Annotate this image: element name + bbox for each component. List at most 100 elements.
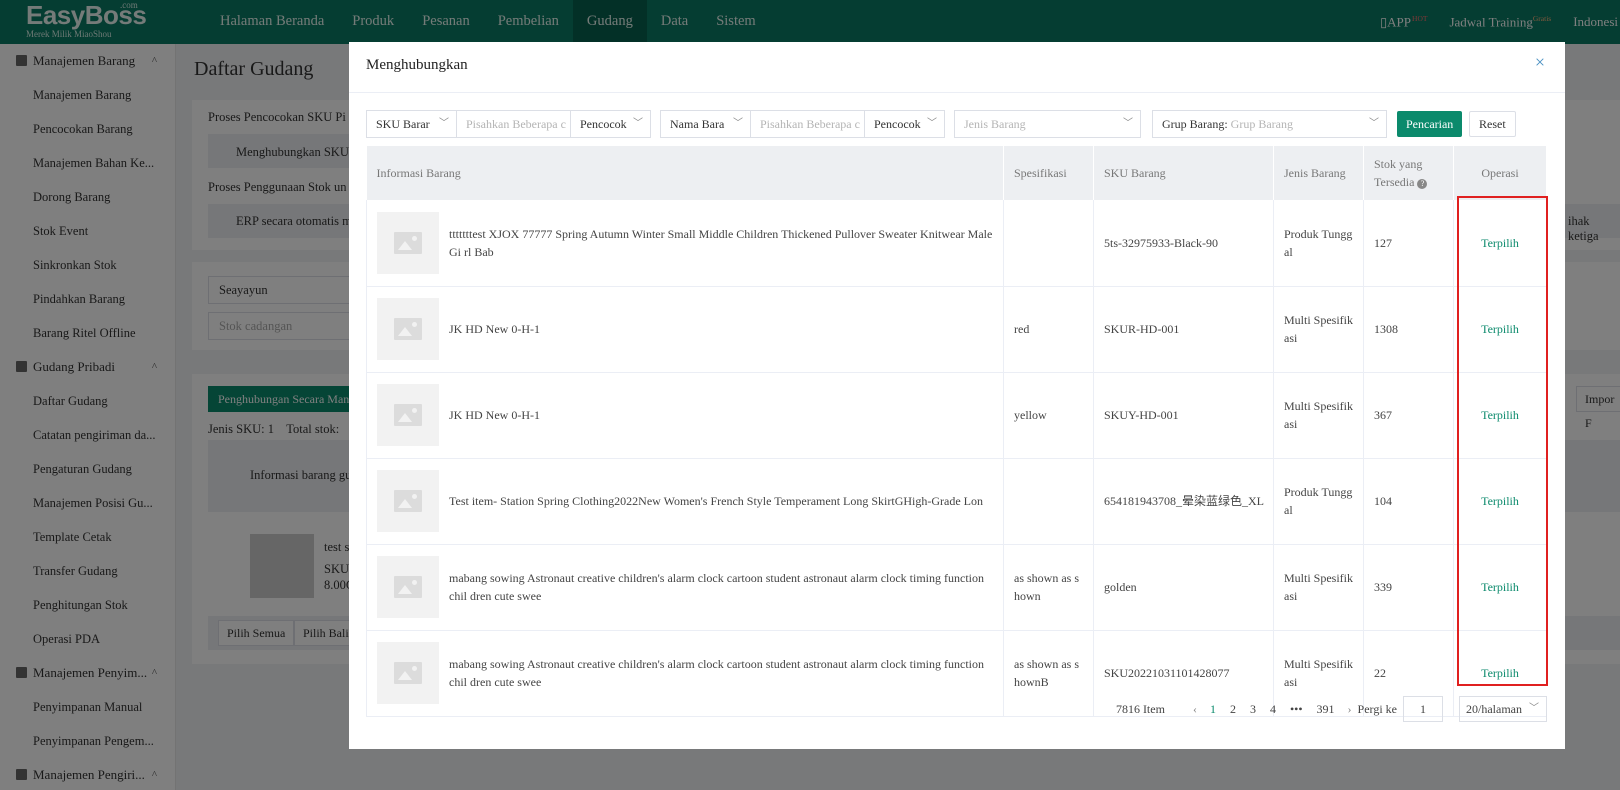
spec-cell: red: [1003, 286, 1094, 373]
product-thumbnail: [377, 384, 439, 446]
chevron-down-icon: ﹀: [439, 118, 449, 129]
select-link[interactable]: Terpilih: [1453, 200, 1546, 287]
sku-cell: SKUY-HD-001: [1093, 372, 1274, 459]
table-header-row: Informasi Barang Spesifikasi SKU Barang …: [366, 146, 1546, 200]
info-cell: JK HD New 0-H-1: [366, 372, 1004, 459]
image-placeholder-icon: [394, 662, 422, 684]
select-link[interactable]: Terpilih: [1453, 372, 1546, 459]
type-select[interactable]: Jenis Barang ﹀: [955, 111, 1140, 137]
product-title: tttttttest XJOX 77777 Spring Autumn Wint…: [449, 226, 993, 259]
name-field-label: Nama Bara: [670, 117, 725, 131]
modal-title: Menghubungkan: [366, 57, 468, 73]
reset-button[interactable]: Reset: [1469, 111, 1516, 137]
info-wrap: JK HD New 0-H-1: [377, 298, 1003, 360]
image-placeholder-icon: [394, 490, 422, 512]
stock-cell: 367: [1363, 372, 1454, 459]
page-1[interactable]: 1: [1210, 702, 1216, 717]
sku-cell: 654181943708_晕染蓝绿色_XL: [1093, 458, 1274, 545]
info-cell: mabang sowing Astronaut creative childre…: [366, 544, 1004, 631]
stock-cell: 339: [1363, 544, 1454, 631]
chevron-down-icon: ﹀: [927, 118, 937, 129]
name-field-select[interactable]: Nama Bara ﹀: [661, 111, 751, 137]
product-title: JK HD New 0-H-1: [449, 408, 540, 422]
info-wrap: mabang sowing Astronaut creative childre…: [377, 642, 1003, 704]
name-match-label: Pencocok: [874, 117, 921, 131]
sku-match-label: Pencocok: [580, 117, 627, 131]
name-input[interactable]: Pisahkan Beberapa c: [751, 111, 865, 137]
sku-match-select[interactable]: Pencocok ﹀: [571, 111, 650, 137]
select-link[interactable]: Terpilih: [1453, 458, 1546, 545]
page-4[interactable]: 4: [1270, 702, 1276, 717]
spec-cell: as shown as s hownB: [1003, 630, 1094, 717]
sku-cell: golden: [1093, 544, 1274, 631]
sku-input[interactable]: Pisahkan Beberapa c: [457, 111, 571, 137]
sku-filter-group: SKU Barar ﹀ Pisahkan Beberapa c Pencocok ﹀: [366, 110, 651, 138]
col-stok-tersedia: Stok yang Tersedia ?: [1363, 146, 1454, 200]
close-icon[interactable]: ×: [1535, 52, 1545, 72]
image-placeholder-icon: [394, 231, 422, 254]
name-match-select[interactable]: Pencocok ﹀: [865, 111, 944, 137]
search-button[interactable]: Pencarian: [1397, 111, 1463, 137]
total-count: 7816 Item: [1115, 701, 1165, 716]
name-filter-group: Nama Bara ﹀ Pisahkan Beberapa c Pencocok ﹀: [660, 110, 945, 138]
product-table-scroll[interactable]: Informasi Barang Spesifikasi SKU Barang …: [366, 146, 1546, 728]
group-filter[interactable]: Grup Barang: Grup Barang ﹀: [1152, 110, 1387, 138]
info-wrap: mabang sowing Astronaut creative childre…: [377, 556, 1003, 618]
sku-cell: 5ts-32975933-Black-90: [1093, 200, 1274, 287]
spec-cell: as shown as s hown: [1003, 544, 1094, 631]
info-cell: JK HD New 0-H-1: [366, 286, 1004, 373]
goto-label: Pergi ke: [1357, 701, 1397, 716]
product-title: mabang sowing Astronaut creative childre…: [449, 571, 985, 603]
table-row: JK HD New 0-H-1 yellow SKUY-HD-001 Multi…: [366, 372, 1546, 459]
col-sku-barang: SKU Barang: [1093, 146, 1274, 200]
chevron-down-icon: ﹀: [1369, 118, 1379, 129]
goto-page-input[interactable]: 1: [1403, 696, 1443, 722]
table-row: JK HD New 0-H-1 red SKUR-HD-001 Multi Sp…: [366, 286, 1546, 373]
type-cell: Produk Tungg al: [1273, 458, 1364, 545]
page-3[interactable]: 3: [1250, 702, 1256, 717]
col-informasi-barang: Informasi Barang: [366, 146, 1004, 200]
page-size-select[interactable]: 20/halaman ﹀: [1459, 696, 1547, 722]
chevron-right-icon[interactable]: ›: [1348, 702, 1352, 717]
product-thumbnail: [377, 642, 439, 704]
select-link[interactable]: Terpilih: [1453, 544, 1546, 631]
pagination: 7816 Item ‹ 1 2 3 4 ••• 391 › Pergi ke 1…: [1116, 696, 1547, 722]
info-wrap: Test item- Station Spring Clothing2022Ne…: [377, 470, 1003, 532]
help-icon[interactable]: ?: [1417, 179, 1428, 189]
page-2[interactable]: 2: [1230, 702, 1236, 717]
info-wrap: tttttttest XJOX 77777 Spring Autumn Wint…: [377, 211, 1003, 274]
chevron-left-icon[interactable]: ‹: [1193, 702, 1197, 717]
stock-cell: 127: [1363, 200, 1454, 287]
sku-field-select[interactable]: SKU Barar ﹀: [367, 111, 457, 137]
info-cell: Test item- Station Spring Clothing2022Ne…: [366, 458, 1004, 545]
sku-cell: SKUR-HD-001: [1093, 286, 1274, 373]
image-placeholder-icon: [394, 576, 422, 598]
col-stok-label: Stok yang Tersedia: [1374, 157, 1423, 189]
image-placeholder-icon: [394, 318, 422, 340]
product-title: JK HD New 0-H-1: [449, 322, 540, 336]
table-row: mabang sowing Astronaut creative childre…: [366, 544, 1546, 631]
col-spesifikasi: Spesifikasi: [1003, 146, 1094, 200]
type-placeholder: Jenis Barang: [964, 117, 1026, 131]
chevron-down-icon: ﹀: [633, 118, 643, 129]
product-title: mabang sowing Astronaut creative childre…: [449, 657, 985, 689]
link-modal: Menghubungkan × SKU Barar ﹀ Pisahkan Bebe…: [349, 42, 1565, 749]
product-thumbnail: [377, 470, 439, 532]
col-operasi: Operasi: [1453, 146, 1546, 200]
info-cell: tttttttest XJOX 77777 Spring Autumn Wint…: [366, 200, 1004, 287]
image-placeholder-icon: [394, 404, 422, 426]
page-ellipsis[interactable]: •••: [1290, 702, 1303, 717]
modal-divider: [349, 92, 1565, 93]
product-title: Test item- Station Spring Clothing2022Ne…: [449, 494, 983, 508]
page-size-label: 20/halaman: [1466, 702, 1522, 716]
chevron-down-icon: ﹀: [1123, 118, 1133, 129]
page-391[interactable]: 391: [1317, 702, 1335, 717]
group-label: Grup Barang:: [1162, 117, 1228, 131]
group-select[interactable]: Grup Barang: Grup Barang ﹀: [1153, 111, 1386, 137]
type-cell: Multi Spesifik asi: [1273, 372, 1364, 459]
type-cell: Produk Tungg al: [1273, 200, 1364, 287]
select-link[interactable]: Terpilih: [1453, 286, 1546, 373]
type-filter[interactable]: Jenis Barang ﹀: [954, 110, 1141, 138]
stock-cell: 1308: [1363, 286, 1454, 373]
product-thumbnail: [377, 556, 439, 618]
